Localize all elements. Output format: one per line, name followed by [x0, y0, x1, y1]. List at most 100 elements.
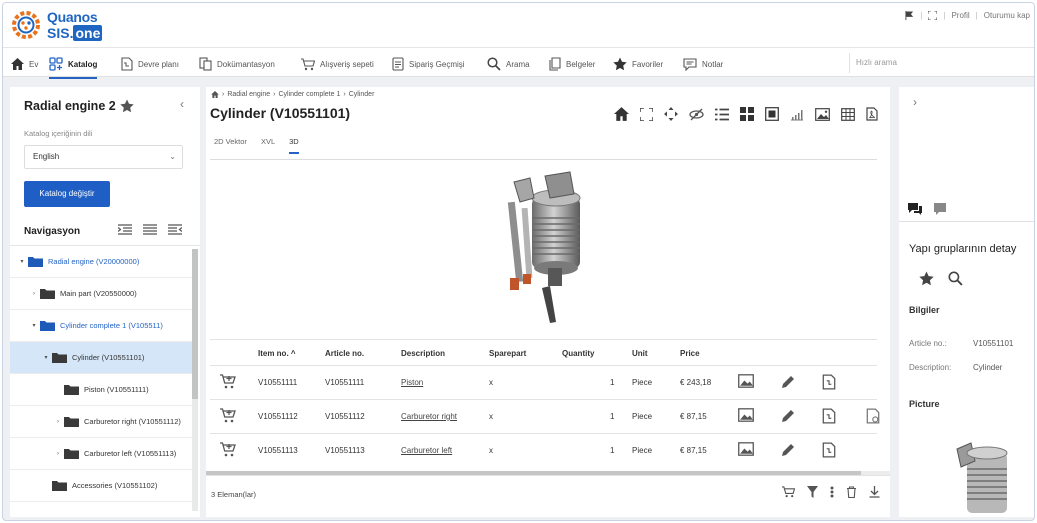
breadcrumb-item[interactable]: Radial engine [227, 91, 270, 98]
tiles-icon[interactable] [740, 107, 754, 121]
chevron-down-icon[interactable]: ▾ [30, 322, 38, 329]
more-options-icon[interactable] [830, 486, 834, 498]
search-icon[interactable] [948, 271, 963, 286]
tree-item-label: Cylinder (V10551101) [72, 353, 145, 362]
fullscreen-icon[interactable] [928, 11, 938, 20]
nav-item-documentation[interactable]: Dokümantasyon [199, 54, 275, 74]
subtab-3d[interactable]: 3D [289, 137, 299, 154]
edit-icon[interactable] [780, 408, 796, 426]
tree-item-label: Radial engine (V20000000) [48, 257, 140, 266]
note-tab-icon[interactable] [933, 202, 947, 216]
list-view-icon[interactable] [143, 224, 157, 235]
document-settings-icon[interactable] [866, 408, 880, 426]
cart-icon [301, 57, 315, 70]
comments-tab-icon[interactable] [907, 202, 923, 216]
image-icon[interactable] [738, 408, 754, 424]
cell-description[interactable]: Piston [401, 378, 423, 387]
table-row[interactable]: V10551112 V10551112 Carburetor right x 1 Piec… [210, 399, 880, 433]
add-to-cart-icon[interactable] [220, 442, 236, 459]
table-row[interactable]: V10551111 V10551111 Piston x 1 Piece € 243,18 [210, 365, 877, 399]
chevron-right-icon[interactable]: › [30, 291, 38, 297]
document-icon[interactable] [822, 442, 836, 460]
document-icon[interactable] [822, 408, 836, 426]
favorite-star-icon[interactable] [120, 99, 134, 113]
col-description[interactable]: Description [401, 349, 445, 358]
download-icon[interactable] [869, 486, 880, 498]
col-price[interactable]: Price [680, 349, 700, 358]
nav-item-shopping-cart[interactable]: Alışveriş sepeti [301, 54, 374, 74]
cylinder-thumbnail-image[interactable] [949, 439, 1019, 519]
nav-item-search[interactable]: Arama [487, 54, 530, 74]
subtab-xvl[interactable]: XVL [261, 137, 275, 154]
tree-scrollbar-thumb[interactable] [192, 249, 198, 399]
document-icon[interactable] [822, 374, 836, 392]
table-row[interactable]: V10551113 V10551113 Carburetor left x 1 Piece… [210, 433, 877, 467]
image-icon[interactable] [738, 442, 754, 458]
tree-item[interactable]: Accessories (V10551102) [10, 470, 192, 502]
collapse-right-icon[interactable]: › [913, 95, 917, 109]
col-article-no[interactable]: Article no. [325, 349, 364, 358]
col-quantity[interactable]: Quantity [562, 349, 594, 358]
expand-tree-icon[interactable] [118, 224, 132, 235]
fit-view-icon[interactable] [640, 107, 653, 121]
edit-icon[interactable] [780, 374, 796, 392]
image-icon[interactable] [738, 374, 754, 390]
single-view-icon[interactable] [765, 107, 779, 121]
nav-item-favorites[interactable]: Favoriler [613, 54, 663, 74]
tree-item[interactable]: ▾ Radial engine (V20000000) [10, 246, 192, 278]
edit-icon[interactable] [780, 442, 796, 460]
chevron-down-icon[interactable]: ▾ [42, 354, 50, 361]
col-unit[interactable]: Unit [632, 349, 648, 358]
tree-item[interactable]: ▾ Cylinder complete 1 (V105511) [10, 310, 192, 342]
add-to-cart-icon[interactable] [220, 374, 236, 391]
nav-item-documents[interactable]: Belgeler [549, 54, 595, 74]
bar-chart-icon[interactable] [790, 107, 804, 121]
pdf-icon[interactable] [866, 107, 878, 121]
collapse-tree-icon[interactable] [168, 224, 182, 235]
list-icon[interactable] [715, 108, 729, 121]
quick-search-input[interactable]: Hızlı arama [849, 53, 1034, 73]
breadcrumb-item[interactable]: Cylinder complete 1 [279, 91, 341, 98]
change-catalog-button[interactable]: Katalog değiştir [24, 181, 110, 207]
star-icon[interactable] [919, 271, 934, 286]
delete-icon[interactable] [846, 486, 857, 498]
3d-viewer[interactable] [210, 159, 877, 339]
filter-icon[interactable] [807, 486, 818, 498]
col-sparepart[interactable]: Sparepart [489, 349, 526, 358]
move-icon[interactable] [664, 107, 678, 121]
add-all-to-cart-icon[interactable] [782, 486, 795, 498]
hide-icon[interactable] [689, 108, 704, 121]
chevron-right-icon[interactable]: › [54, 419, 62, 425]
nav-item-circuit-plan[interactable]: Devre planı [121, 54, 179, 74]
nav-item-order-history[interactable]: Sipariş Geçmişi [392, 54, 465, 74]
info-section-title: Bilgiler [909, 305, 940, 315]
tree-item[interactable]: ▾ Cylinder (V10551101) [10, 342, 192, 374]
cell-description[interactable]: Carburetor right [401, 412, 457, 421]
nav-item-notes[interactable]: Notlar [683, 54, 723, 74]
profile-link[interactable]: Profil [951, 11, 969, 20]
tree-item[interactable]: › Main part (V20550000) [10, 278, 192, 310]
add-to-cart-icon[interactable] [220, 408, 236, 425]
home-icon[interactable] [614, 107, 629, 121]
flag-icon[interactable] [905, 11, 914, 20]
cylinder-3d-model-image[interactable] [490, 168, 610, 328]
breadcrumb-item[interactable]: Cylinder [349, 91, 375, 98]
tree-item[interactable]: › Carburetor left (V10551113) [10, 438, 192, 470]
tree-scrollbar[interactable] [192, 249, 198, 511]
tree-item[interactable]: › Carburetor right (V10551112) [10, 406, 192, 438]
cell-description[interactable]: Carburetor left [401, 446, 452, 455]
nav-item-home[interactable]: Ev [11, 54, 38, 74]
col-item-no[interactable]: Item no. ^ [258, 349, 296, 358]
chevron-right-icon[interactable]: › [54, 451, 62, 457]
nav-item-catalog[interactable]: Katalog [49, 54, 98, 79]
image-icon[interactable] [815, 107, 830, 121]
catalog-language-select[interactable]: English ⌄ [24, 145, 183, 169]
logout-link[interactable]: Oturumu kap [984, 11, 1030, 20]
collapse-left-icon[interactable]: ‹ [180, 97, 184, 111]
home-icon[interactable] [211, 91, 219, 98]
table-icon[interactable] [841, 107, 855, 121]
subtab-2d-vector[interactable]: 2D Vektor [214, 137, 247, 154]
brand-logo[interactable]: Quanos SIS. one [11, 8, 111, 42]
tree-item[interactable]: Piston (V10551111) [10, 374, 192, 406]
chevron-down-icon[interactable]: ▾ [18, 258, 26, 265]
